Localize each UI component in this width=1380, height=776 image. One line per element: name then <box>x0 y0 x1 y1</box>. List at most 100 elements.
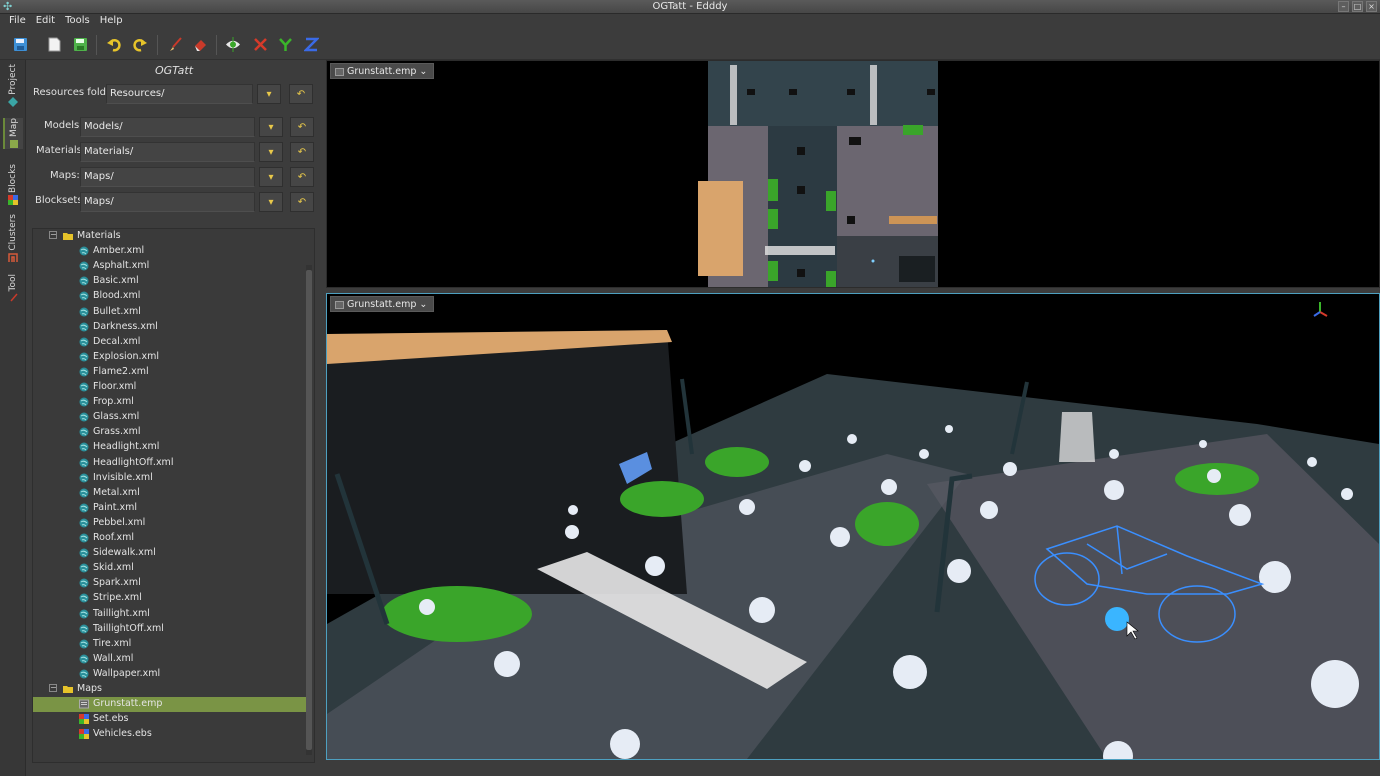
tree-scroll-thumb[interactable] <box>306 270 312 750</box>
perspective-render <box>327 302 1379 759</box>
tree-item-material[interactable]: Amber.xml <box>33 244 306 259</box>
new-file-icon[interactable] <box>45 35 63 53</box>
tree-item-material[interactable]: Glass.xml <box>33 410 306 425</box>
x-axis-icon[interactable] <box>251 35 269 53</box>
tree-item-material[interactable]: Wall.xml <box>33 652 306 667</box>
tree-item-material[interactable]: Decal.xml <box>33 335 306 350</box>
tree-item-material[interactable]: Pebbel.xml <box>33 516 306 531</box>
close-button[interactable]: × <box>1366 1 1377 12</box>
tree-item-material[interactable]: Sidewalk.xml <box>33 546 306 561</box>
materials-reset-button[interactable]: ↶ <box>290 142 314 162</box>
resources-folder-input[interactable]: Resources/ <box>106 84 253 104</box>
menu-help[interactable]: Help <box>95 14 128 30</box>
chevron-down-icon: ⌄ <box>419 66 428 77</box>
tree-item-material[interactable]: Basic.xml <box>33 274 306 289</box>
resources-reset-button[interactable]: ↶ <box>289 84 313 104</box>
tree-item-material[interactable]: Frop.xml <box>33 395 306 410</box>
materials-browse-button[interactable]: ▾ <box>259 142 283 162</box>
tree-item-material[interactable]: Metal.xml <box>33 486 306 501</box>
top-view-tab[interactable]: Grunstatt.emp ⌄ <box>330 63 435 79</box>
blocksets-input[interactable]: Maps/ <box>80 192 255 212</box>
tree-item-material[interactable]: Wallpaper.xml <box>33 667 306 682</box>
tree-item-material[interactable]: Asphalt.xml <box>33 259 306 274</box>
tree-item-material[interactable]: Floor.xml <box>33 380 306 395</box>
tree-item-material[interactable]: Darkness.xml <box>33 320 306 335</box>
save-icon[interactable] <box>11 35 29 53</box>
blocksets-browse-button[interactable]: ▾ <box>259 192 283 212</box>
maps-browse-button[interactable]: ▾ <box>259 167 283 187</box>
material-icon <box>79 352 89 362</box>
y-axis-icon[interactable] <box>276 35 294 53</box>
tree-item-material[interactable]: Spark.xml <box>33 576 306 591</box>
material-icon <box>79 261 89 271</box>
tree-item-material[interactable]: Flame2.xml <box>33 365 306 380</box>
tab-clusters[interactable]: Clusters <box>3 214 23 263</box>
brush-tool-icon[interactable] <box>166 35 184 53</box>
material-icon <box>79 412 89 422</box>
tree-item-material[interactable]: Paint.xml <box>33 501 306 516</box>
menu-tools[interactable]: Tools <box>60 14 95 30</box>
tab-blocks[interactable]: Blocks <box>3 164 23 206</box>
menu-edit[interactable]: Edit <box>31 14 60 30</box>
tree-item-material-label: Darkness.xml <box>93 320 158 332</box>
models-browse-button[interactable]: ▾ <box>259 117 283 137</box>
menu-file[interactable]: File <box>4 14 31 30</box>
eraser-tool-icon[interactable] <box>191 35 209 53</box>
tree-item-material[interactable]: Tire.xml <box>33 637 306 652</box>
redo-icon[interactable] <box>130 35 148 53</box>
tree-item-material[interactable]: Bullet.xml <box>33 305 306 320</box>
maximize-button[interactable]: □ <box>1352 1 1363 12</box>
resources-browse-button[interactable]: ▾ <box>257 84 281 104</box>
perspective-view-tab[interactable]: Grunstatt.emp ⌄ <box>330 296 435 312</box>
materials-input[interactable]: Materials/ <box>80 142 255 162</box>
collapse-toggle-icon[interactable]: − <box>49 231 57 239</box>
tab-tool[interactable]: Tool <box>3 274 23 303</box>
material-icon <box>79 291 89 301</box>
tree-item-material[interactable]: Explosion.xml <box>33 350 306 365</box>
tree-item-material[interactable]: Taillight.xml <box>33 607 306 622</box>
tree-scrollbar[interactable] <box>306 265 312 755</box>
blocksets-reset-button[interactable]: ↶ <box>290 192 314 212</box>
tab-project[interactable]: Project <box>3 64 23 107</box>
minimize-button[interactable]: – <box>1338 1 1349 12</box>
z-axis-icon[interactable] <box>302 35 320 53</box>
tree-item-material[interactable]: Skid.xml <box>33 561 306 576</box>
models-reset-button[interactable]: ↶ <box>290 117 314 137</box>
models-input[interactable]: Models/ <box>80 117 255 137</box>
blockset-icon <box>79 714 89 725</box>
undo-icon[interactable] <box>105 35 123 53</box>
tree-folder-materials[interactable]: − Materials <box>33 229 306 244</box>
tree-item-map[interactable]: Vehicles.ebs <box>33 727 306 742</box>
car <box>826 191 836 211</box>
tree-item-material[interactable]: Invisible.xml <box>33 471 306 486</box>
top-view-viewport[interactable]: Grunstatt.emp ⌄ <box>326 60 1380 288</box>
tree-item-material[interactable]: TaillightOff.xml <box>33 622 306 637</box>
car <box>768 261 778 281</box>
material-icon <box>79 518 89 528</box>
tree-item-material[interactable]: HeadlightOff.xml <box>33 456 306 471</box>
tree-item-material[interactable]: Headlight.xml <box>33 440 306 455</box>
top-view-render <box>698 61 938 287</box>
tree-folder-maps[interactable]: − Maps <box>33 682 306 697</box>
save-all-icon[interactable] <box>71 35 89 53</box>
tab-map[interactable]: Map <box>3 118 23 149</box>
blocksets-row: Blocksets: Maps/ ▾ ↶ <box>27 192 321 212</box>
resource-tree[interactable]: − Materials Amber.xml Asphalt.xml Basic.xml B… <box>32 228 315 763</box>
maps-input[interactable]: Maps/ <box>80 167 255 187</box>
tree-item-map[interactable]: Set.ebs <box>33 712 306 727</box>
maps-reset-button[interactable]: ↶ <box>290 167 314 187</box>
tree-item-material-label: HeadlightOff.xml <box>93 456 174 468</box>
perspective-viewport[interactable]: Grunstatt.emp ⌄ <box>326 293 1380 760</box>
eye-view-icon[interactable] <box>224 35 242 53</box>
tree-item-material[interactable]: Stripe.xml <box>33 591 306 606</box>
tree-item-material-label: Wall.xml <box>93 652 134 664</box>
tree-item-material-label: Pebbel.xml <box>93 516 146 528</box>
tree-item-material[interactable]: Roof.xml <box>33 531 306 546</box>
tree-item-material-label: Amber.xml <box>93 245 145 257</box>
folder-open-icon: ▾ <box>268 121 274 133</box>
tree-item-material[interactable]: Grass.xml <box>33 425 306 440</box>
tree-item-map[interactable]: Grunstatt.emp <box>33 697 306 713</box>
collapse-toggle-icon[interactable]: − <box>49 684 57 692</box>
blocksets-label: Blocksets: <box>35 195 86 206</box>
tree-item-material[interactable]: Blood.xml <box>33 289 306 304</box>
